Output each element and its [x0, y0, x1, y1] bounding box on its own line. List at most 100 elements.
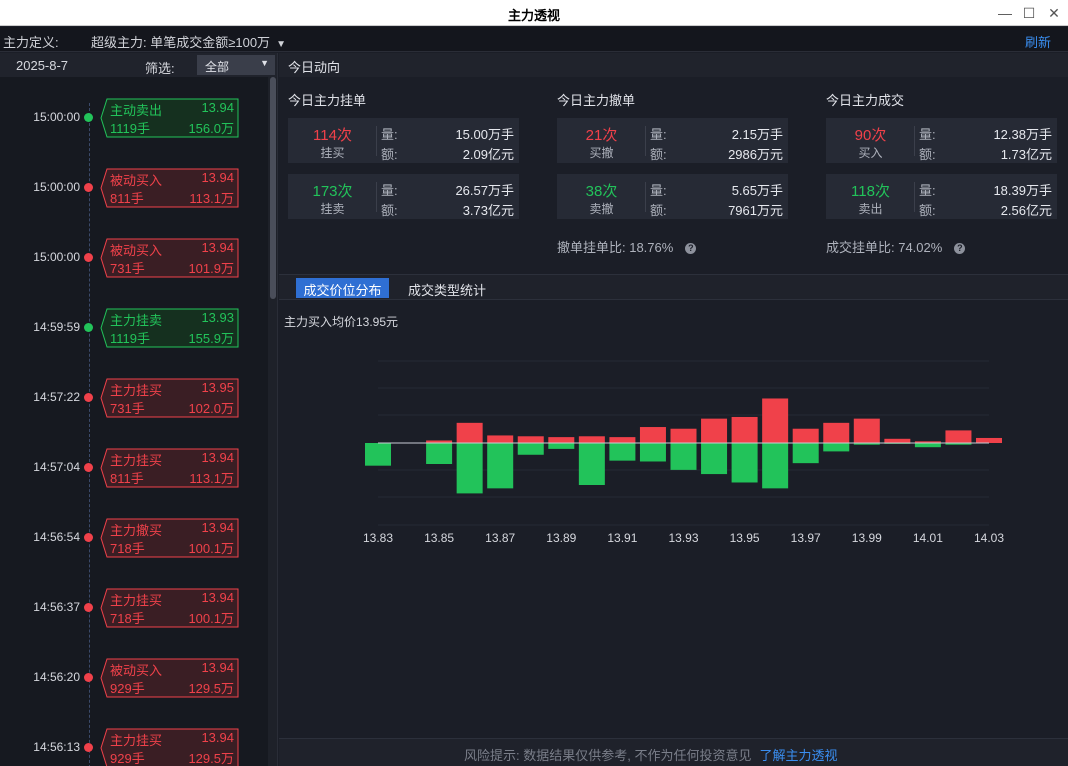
volume-key: 量:	[919, 183, 936, 198]
sell-bar[interactable]	[548, 443, 575, 449]
trade-price: 13.94	[201, 590, 234, 605]
sell-bar[interactable]	[426, 443, 453, 464]
buy-bar[interactable]	[762, 398, 789, 443]
trade-item[interactable]: 15:00:00 主动卖出 13.94 1119手 156.0万	[0, 98, 268, 138]
definition-value: 超级主力: 单笔成交金额≥100万	[91, 35, 271, 50]
today-header: 今日动向	[279, 53, 1068, 77]
sell-bar[interactable]	[578, 443, 605, 485]
sell-bar[interactable]	[639, 443, 666, 462]
help-icon[interactable]: ?	[685, 243, 697, 254]
buy-bar[interactable]	[609, 437, 636, 443]
buy-bar[interactable]	[823, 422, 850, 443]
amount-value: 7961万元	[728, 203, 783, 218]
trade-type: 主力挂买	[110, 733, 163, 748]
buy-bar[interactable]	[792, 428, 819, 443]
maximize-icon[interactable]: ☐	[1019, 3, 1039, 23]
buy-bar[interactable]	[853, 418, 880, 443]
trade-card: 被动买入 13.94 811手 113.1万	[100, 168, 239, 208]
sell-bar[interactable]	[609, 443, 636, 461]
tab-price-distribution[interactable]: 成交价位分布	[296, 278, 389, 298]
x-tick-label: 13.83	[363, 531, 393, 545]
buy-bar[interactable]	[517, 436, 544, 443]
x-tick-label: 14.03	[974, 531, 1004, 545]
learn-more-link[interactable]: 了解主力透视	[759, 748, 837, 763]
scrollbar-thumb[interactable]	[270, 77, 276, 299]
buy-bar[interactable]	[701, 418, 728, 443]
trade-volume: 718手	[110, 611, 145, 626]
trade-item[interactable]: 14:57:04 主力挂买 13.94 811手 113.1万	[0, 448, 268, 488]
sell-bar[interactable]	[365, 443, 391, 466]
sell-bar[interactable]	[792, 443, 819, 464]
trade-dot	[84, 463, 93, 472]
trade-type: 被动买入	[110, 243, 163, 258]
count-label: 买入	[858, 146, 883, 160]
sell-bar[interactable]	[701, 443, 728, 475]
trade-timeline-panel: 2025-8-7 筛选: 全部 ▼ 15:00:00 主动卖出 13.94 1119手…	[0, 53, 278, 766]
count: 90次	[854, 127, 887, 144]
trade-amount: 100.1万	[188, 541, 234, 556]
amount-value: 3.73亿元	[462, 203, 514, 218]
buy-bar[interactable]	[578, 436, 605, 443]
trade-type: 主力挂卖	[110, 313, 163, 328]
trade-item[interactable]: 14:56:13 主力挂买 13.94 929手 129.5万	[0, 728, 268, 766]
trade-card: 主力挂买 13.94 811手 113.1万	[100, 448, 239, 488]
x-tick-label: 14.01	[913, 531, 943, 545]
buy-bar[interactable]	[639, 427, 666, 443]
trade-price: 13.94	[201, 100, 234, 115]
trade-item[interactable]: 15:00:00 被动买入 13.94 731手 101.9万	[0, 238, 268, 278]
volume-value: 12.38万手	[993, 127, 1052, 142]
buy-bar[interactable]	[548, 437, 575, 443]
trade-item[interactable]: 15:00:00 被动买入 13.94 811手 113.1万	[0, 168, 268, 208]
x-tick-label: 13.97	[791, 531, 821, 545]
trade-price: 13.94	[201, 450, 234, 465]
x-tick-label: 13.87	[485, 531, 515, 545]
deals-title: 今日主力成交	[826, 93, 905, 108]
trade-volume: 731手	[110, 401, 145, 416]
trade-dot	[84, 393, 93, 402]
buy-bar[interactable]	[884, 438, 911, 443]
trade-card: 主力挂卖 13.93 1119手 155.9万	[100, 308, 239, 348]
sell-bar[interactable]	[456, 443, 483, 494]
amount-value: 2986万元	[728, 147, 783, 162]
amount-key: 额:	[381, 203, 398, 218]
trade-item[interactable]: 14:56:37 主力挂买 13.94 718手 100.1万	[0, 588, 268, 628]
count-label: 买撤	[589, 146, 614, 160]
title-bar: 主力透视 — ☐ ✕	[0, 0, 1068, 26]
minimize-icon[interactable]: —	[995, 3, 1015, 23]
divider	[645, 126, 646, 156]
buy-bar[interactable]	[487, 435, 514, 443]
amount-key: 额:	[650, 203, 667, 218]
trade-price: 13.94	[201, 520, 234, 535]
buy-bar[interactable]	[976, 437, 1002, 443]
trade-time: 15:00:00	[33, 110, 80, 124]
tab-type-statistics[interactable]: 成交类型统计	[408, 280, 486, 299]
sell-bar[interactable]	[823, 443, 850, 452]
definition-dropdown[interactable]: 超级主力: 单笔成交金额≥100万 ▼	[91, 32, 286, 51]
volume-value: 15.00万手	[455, 127, 514, 142]
buy-bar[interactable]	[456, 422, 483, 443]
filter-select[interactable]: 全部 ▼	[197, 55, 275, 75]
volume-value: 26.57万手	[455, 183, 514, 198]
trade-item[interactable]: 14:57:22 主力挂买 13.95 731手 102.0万	[0, 378, 268, 418]
trade-card: 被动买入 13.94 731手 101.9万	[100, 238, 239, 278]
x-tick-label: 13.99	[852, 531, 882, 545]
sell-bar[interactable]	[914, 443, 941, 448]
buy-bar[interactable]	[731, 416, 758, 443]
trade-item[interactable]: 14:56:54 主力撤买 13.94 718手 100.1万	[0, 518, 268, 558]
trade-time: 14:56:13	[33, 740, 80, 754]
trade-volume: 811手	[110, 191, 144, 206]
refresh-button[interactable]: 刷新	[1025, 32, 1051, 51]
sell-bar[interactable]	[762, 443, 789, 489]
buy-bar[interactable]	[945, 430, 972, 443]
close-icon[interactable]: ✕	[1044, 3, 1064, 23]
sell-bar[interactable]	[487, 443, 514, 489]
amount-key: 额:	[919, 147, 936, 162]
sell-bar[interactable]	[517, 443, 544, 455]
help-icon[interactable]: ?	[954, 243, 966, 254]
trade-item[interactable]: 14:59:59 主力挂卖 13.93 1119手 155.9万	[0, 308, 268, 348]
sell-bar[interactable]	[670, 443, 697, 470]
sell-bar[interactable]	[731, 443, 758, 483]
trade-type: 主动卖出	[110, 103, 163, 118]
trade-item[interactable]: 14:56:20 被动买入 13.94 929手 129.5万	[0, 658, 268, 698]
buy-bar[interactable]	[670, 428, 697, 443]
